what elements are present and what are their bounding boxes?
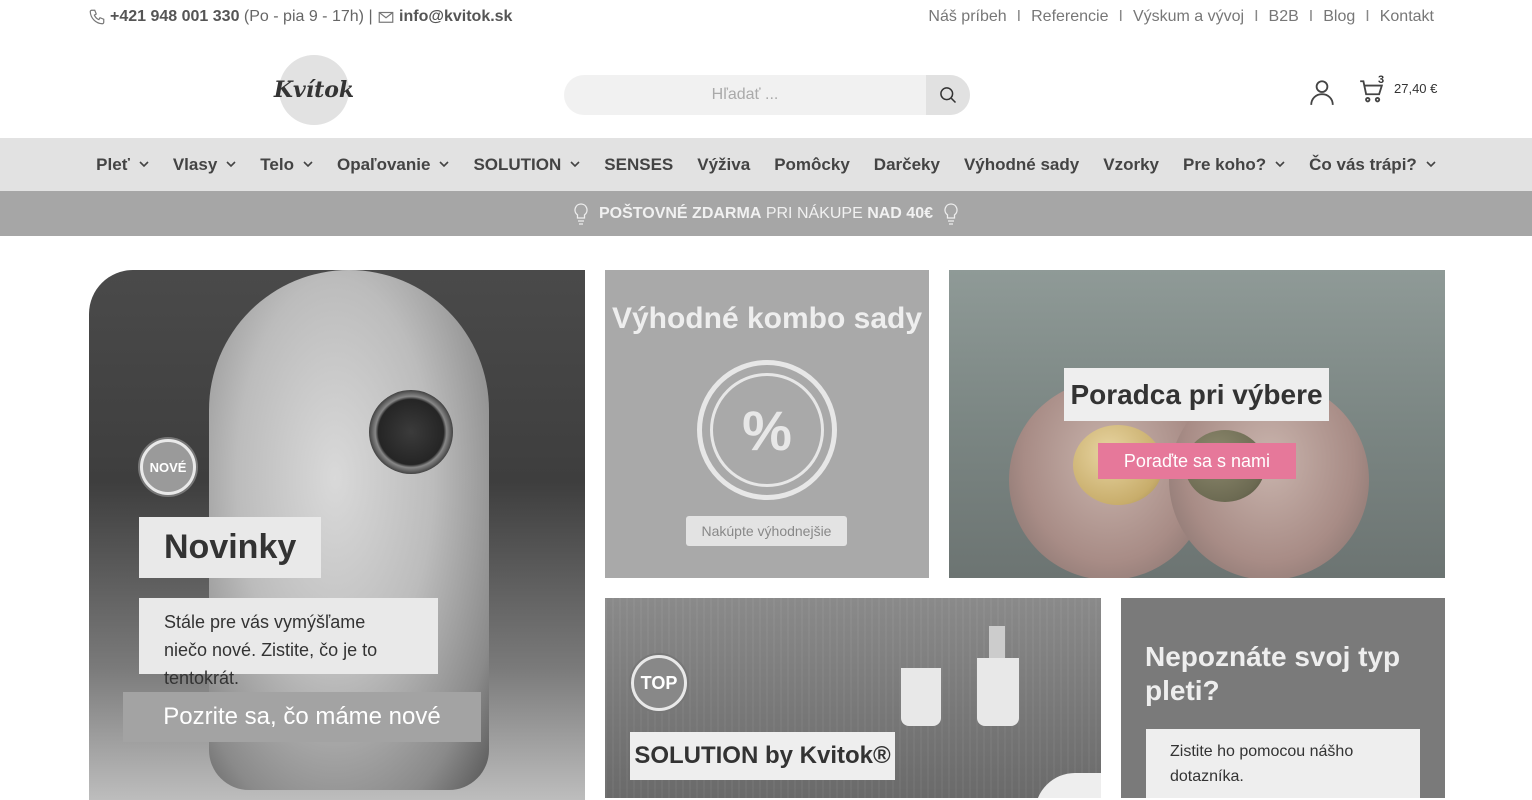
chevron-down-icon [439, 160, 450, 167]
nav-item-vlasy[interactable]: Vlasy [173, 155, 236, 175]
nav-item-senses[interactable]: SENSES [604, 155, 673, 175]
link-separator: I [1016, 8, 1022, 25]
skin-type-banner[interactable]: Nepoznáte svoj typ pleti? Zistite ho pom… [1121, 598, 1445, 798]
skin-type-description: Zistite ho pomocou nášho dotazníka. [1146, 729, 1420, 798]
nav-item-vyziva[interactable]: Výživa [697, 155, 750, 175]
poradca-cta-button[interactable]: Poraďte sa s nami [1098, 443, 1296, 479]
novinky-description: Stále pre vás vymýšľame niečo nové. Zist… [139, 598, 438, 688]
nav-item-label: Vlasy [172, 154, 218, 174]
cart-count: 3 [1378, 74, 1385, 86]
nav-item-darceky[interactable]: Darčeky [874, 155, 940, 175]
nav-item-label: Pleť [96, 154, 130, 174]
chevron-down-icon [226, 160, 236, 167]
nav-item-pomocky[interactable]: Pomôcky [774, 155, 850, 175]
contact-info: +421 948 001 330 (Po - pia 9 - 17h) | in… [88, 8, 512, 26]
nav-item-telo[interactable]: Telo [260, 155, 313, 175]
soap-dispenser-image [977, 658, 1019, 726]
nav-item-label: Opaľovanie [336, 154, 431, 174]
nav-item-vzorky[interactable]: Vzorky [1103, 155, 1159, 175]
percent-icon: % [697, 360, 837, 500]
link-referencie[interactable]: Referencie [1031, 8, 1108, 26]
top-links: Náš príbeh I Referencie I Výskum a vývoj… [928, 8, 1434, 26]
email-link[interactable]: info@kvitok.sk [399, 8, 512, 26]
dispenser-pump-image [989, 626, 1005, 658]
lightbulb-icon [574, 202, 588, 225]
link-vyskum[interactable]: Výskum a vývoj [1133, 8, 1244, 26]
chevron-down-icon [570, 160, 580, 167]
link-separator: I [1308, 8, 1314, 25]
kombo-cta-button[interactable]: Nakúpte výhodnejšie [686, 516, 847, 546]
nav-item-co-vas-trapi[interactable]: Čo vás trápi? [1309, 155, 1436, 175]
lightbulb-icon [944, 202, 958, 225]
nav-item-label: SOLUTION [473, 154, 562, 174]
link-blog[interactable]: Blog [1323, 8, 1355, 26]
chevron-down-icon [303, 160, 313, 167]
search-button[interactable] [926, 75, 970, 115]
kombo-title: Výhodné kombo sady [611, 302, 923, 335]
nav-item-label: Výživa [697, 154, 751, 174]
link-kontakt[interactable]: Kontakt [1380, 8, 1434, 26]
mail-icon [378, 11, 394, 23]
site-logo[interactable]: Kvítok [274, 55, 354, 125]
chevron-down-icon [139, 160, 149, 167]
link-b2b[interactable]: B2B [1269, 8, 1299, 26]
user-account-icon[interactable] [1309, 78, 1335, 106]
link-separator: I [1118, 8, 1123, 25]
search-icon [940, 87, 957, 104]
nav-item-opalovanie[interactable]: Opaľovanie [336, 154, 450, 175]
poradca-banner[interactable]: Poradca pri výbere Poraďte sa s nami [949, 270, 1445, 578]
search-bar [564, 75, 970, 115]
skin-type-title: Nepoznáte svoj typ pleti? [1145, 641, 1401, 706]
nav-item-vyhodne-sady[interactable]: Výhodné sady [964, 155, 1079, 175]
nav-item-label: Telo [260, 154, 294, 174]
nav-item-plet[interactable]: Pleť [96, 155, 149, 175]
solution-banner[interactable]: TOP SOLUTION by Kvitok® [605, 598, 1101, 798]
cart-button[interactable]: 3 27,40 € [1358, 74, 1478, 106]
nav-item-solution[interactable]: SOLUTION [473, 155, 580, 175]
nav-item-label: Pre koho? [1182, 154, 1267, 174]
nav-item-label: Darčeky [873, 154, 940, 174]
novinky-cta-button[interactable]: Pozrite sa, čo máme nové [123, 692, 481, 742]
promo-text: POŠTOVNÉ ZDARMA PRI NÁKUPE NAD 40€ [598, 204, 933, 222]
top-bar: +421 948 001 330 (Po - pia 9 - 17h) | in… [0, 0, 1532, 38]
site-header: Kvítok 3 27,40 € [0, 38, 1532, 138]
solution-title: SOLUTION by Kvitok® [630, 732, 895, 780]
product-jar-image [369, 390, 453, 474]
chevron-down-icon [1275, 160, 1285, 167]
new-badge: NOVÉ [140, 439, 196, 495]
phone-number[interactable]: +421 948 001 330 [110, 8, 239, 26]
phone-icon [89, 9, 105, 25]
opening-hours: (Po - pia 9 - 17h) | [243, 8, 373, 25]
nav-item-label: Pomôcky [774, 154, 850, 174]
cup-holder-image [901, 668, 941, 726]
nav-item-label: SENSES [604, 154, 674, 174]
novinky-banner[interactable]: NOVÉ Novinky Stále pre vás vymýšľame nie… [89, 270, 585, 800]
kombo-sady-banner[interactable]: Výhodné kombo sady % Nakúpte výhodnejšie [605, 270, 929, 578]
nav-item-pre-koho[interactable]: Pre koho? [1183, 155, 1285, 175]
promo-bar: POŠTOVNÉ ZDARMA PRI NÁKUPE NAD 40€ [0, 191, 1532, 236]
chevron-down-icon [1426, 160, 1436, 167]
top-badge: TOP [631, 655, 687, 711]
link-nas-pribeh[interactable]: Náš príbeh [928, 8, 1006, 26]
poradca-title: Poradca pri výbere [1064, 368, 1329, 421]
nav-item-label: Vzorky [1103, 154, 1159, 174]
percent-symbol: % [710, 373, 824, 487]
main-nav: Pleť Vlasy Telo Opaľovanie SOLUTION SENS… [0, 138, 1532, 191]
nav-item-label: Výhodné sady [963, 154, 1080, 174]
cart-total: 27,40 € [1394, 81, 1438, 96]
link-separator: I [1254, 8, 1259, 25]
novinky-title: Novinky [139, 517, 322, 578]
search-input[interactable] [564, 75, 926, 115]
link-separator: I [1365, 8, 1370, 25]
nav-item-label: Čo vás trápi? [1309, 154, 1417, 174]
